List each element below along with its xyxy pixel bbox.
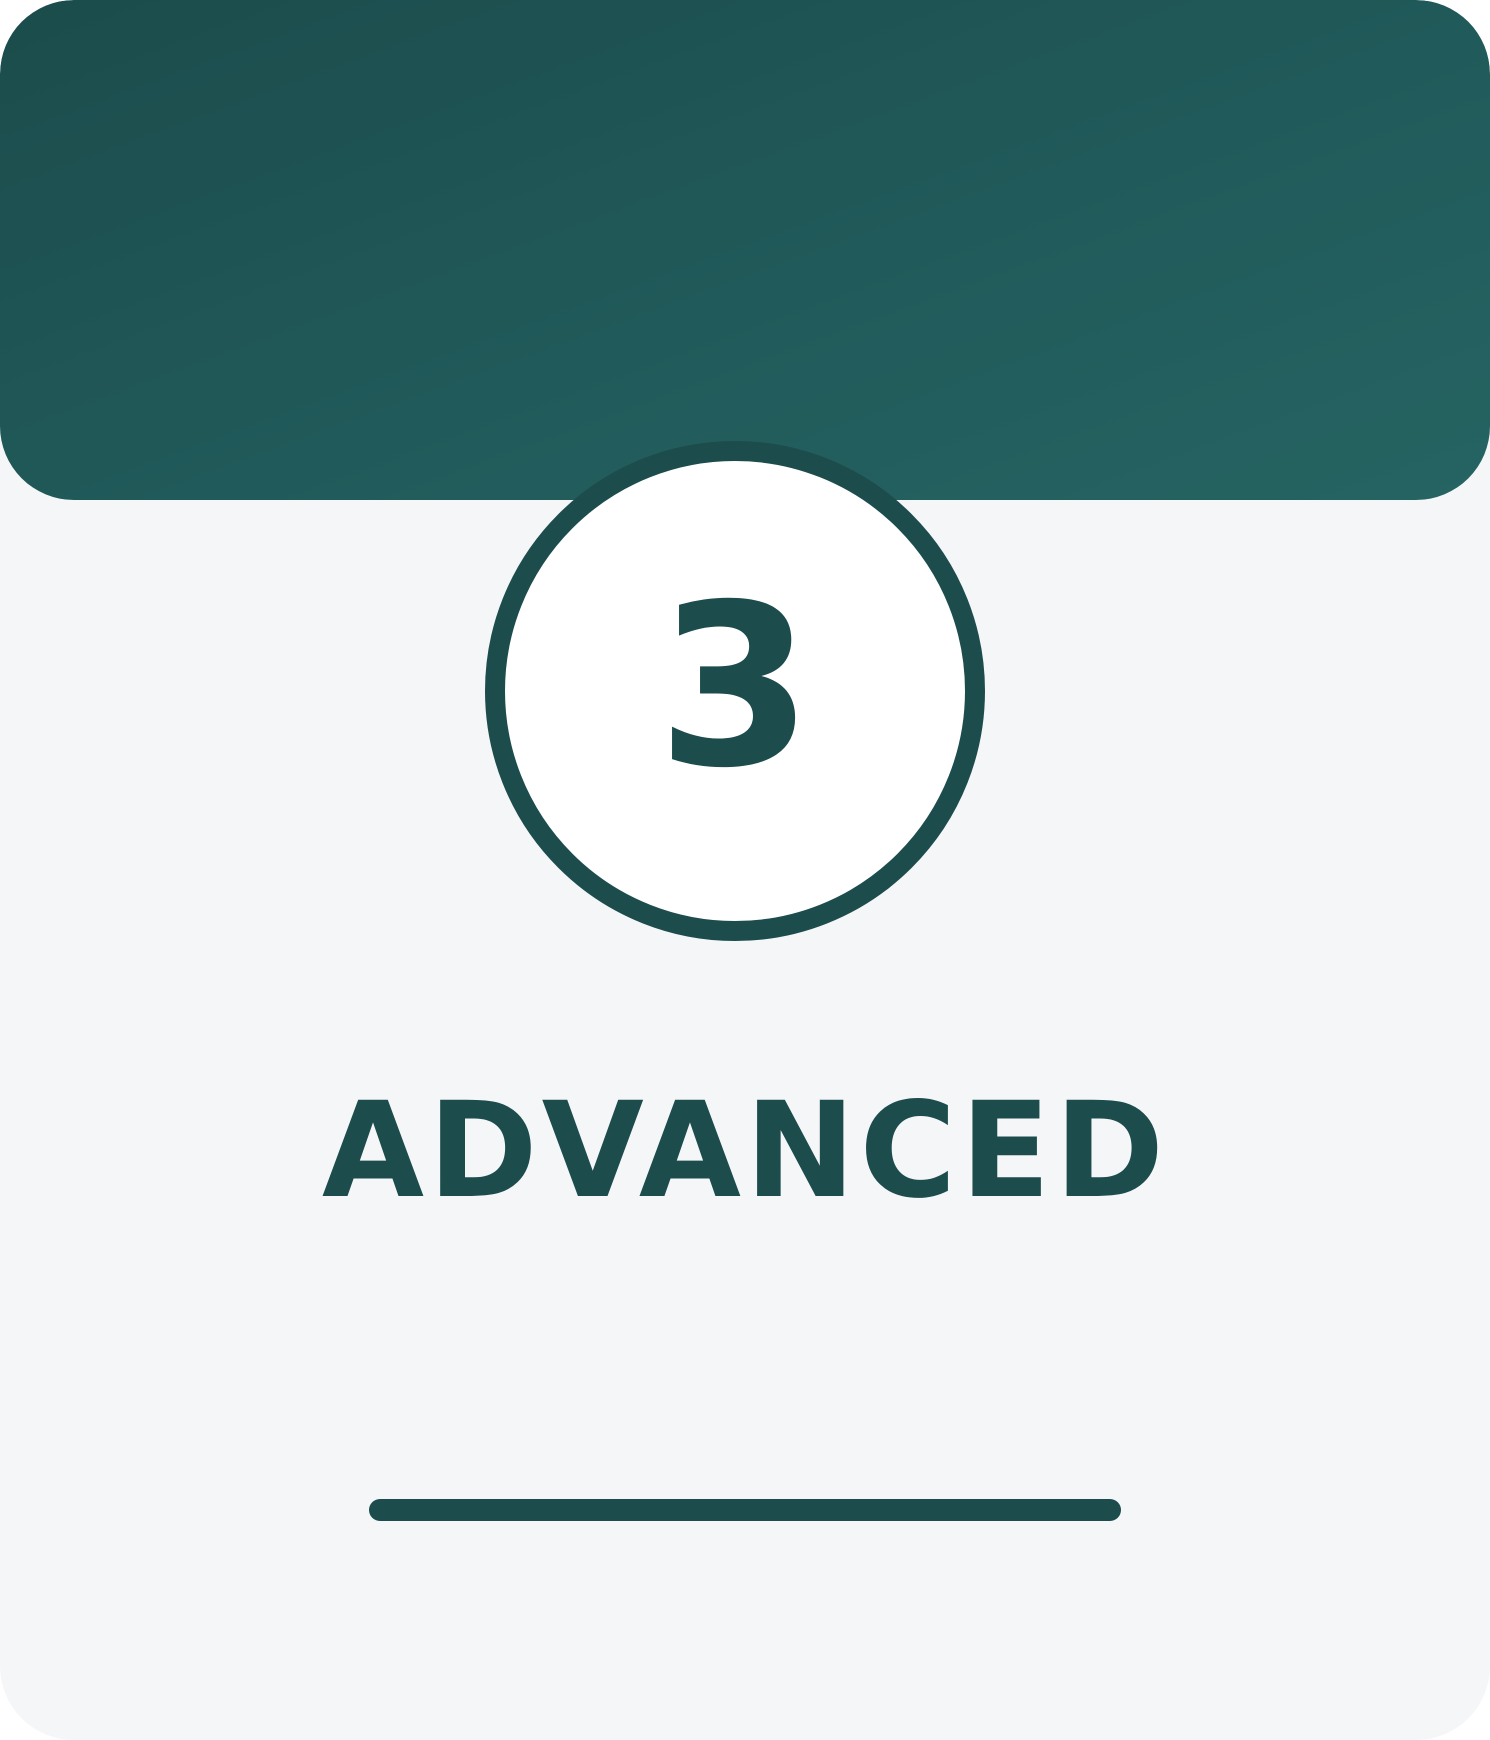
level-badge: 3: [485, 441, 985, 941]
divider-line: [369, 1499, 1121, 1521]
card-banner: [0, 0, 1490, 500]
level-title: ADVANCED: [321, 1074, 1169, 1228]
level-number: 3: [657, 556, 813, 817]
level-card: 3 ADVANCED: [0, 0, 1490, 1740]
